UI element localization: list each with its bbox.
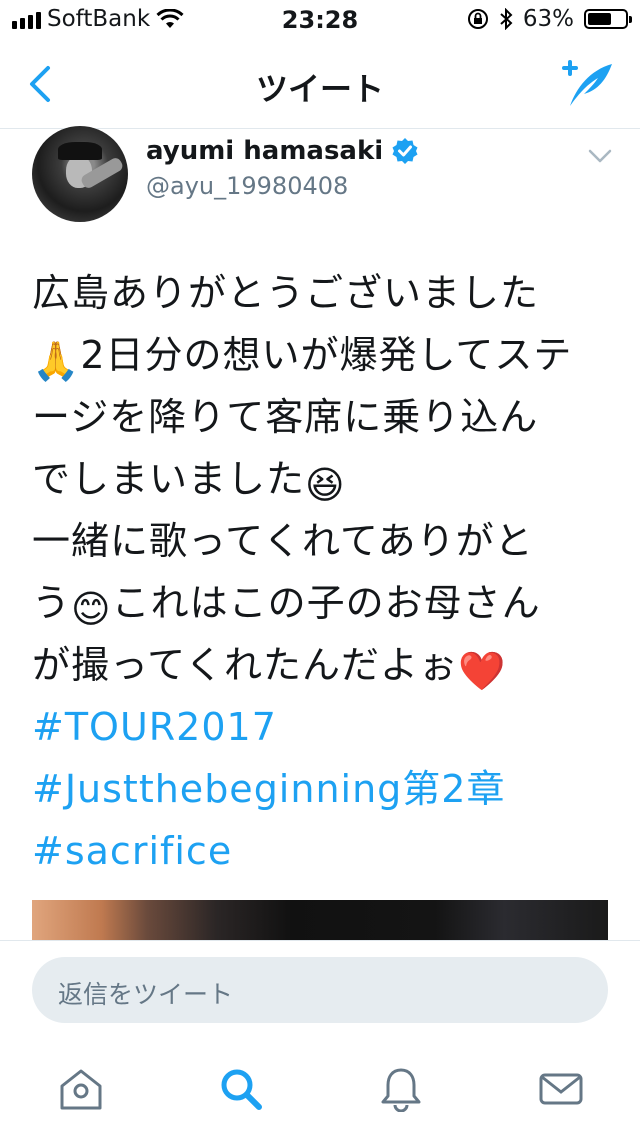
verified-badge-icon [392, 138, 418, 164]
reply-placeholder: 返信をツイート [58, 980, 234, 1009]
tweet-media-image[interactable] [32, 900, 608, 940]
tweet-line: ージを降りて客席に乗り込ん [32, 395, 539, 439]
tab-bar [0, 1040, 640, 1136]
tweet-line: 広島ありがとうございました [32, 271, 540, 315]
status-right: 63% [467, 6, 632, 32]
compose-tweet-button[interactable] [556, 58, 616, 110]
orientation-lock-icon [467, 9, 488, 29]
author-name[interactable]: ayumi hamasaki [146, 136, 383, 166]
author-handle[interactable]: @ayu_19980408 [146, 172, 348, 200]
home-icon[interactable] [58, 1066, 104, 1112]
laughing-emoji: 😆 [305, 463, 346, 507]
chevron-down-icon[interactable] [588, 148, 612, 164]
tweet-line: う😊これはこの子のお母さん [32, 572, 612, 634]
author-avatar[interactable] [32, 126, 128, 222]
navigation-bar: ツイート [0, 40, 640, 129]
tweet-line: でしまいました😆 [32, 448, 612, 510]
hashtag-link[interactable]: #Justthebeginning第2章 [32, 758, 612, 820]
tweet-line: が撮ってくれたんだよぉ❤️ [32, 634, 612, 696]
tweet-line: 🙏2日分の想いが爆発してステ [32, 324, 612, 386]
reply-input[interactable]: 返信をツイート [32, 957, 608, 1023]
tweet-text: 広島ありがとうございました 🙏2日分の想いが爆発してステ ージを降りて客席に乗り… [32, 262, 612, 882]
battery-icon [584, 9, 632, 29]
battery-percent: 63% [522, 6, 574, 32]
messages-icon[interactable] [538, 1066, 584, 1112]
bluetooth-icon [500, 8, 513, 30]
page-title: ツイート [255, 70, 384, 108]
hashtag-link[interactable]: #sacrifice [32, 820, 612, 882]
notifications-icon[interactable] [378, 1066, 424, 1112]
pray-emoji: 🙏 [32, 339, 81, 383]
status-bar: SoftBank 23:28 63% [0, 0, 640, 40]
reply-bar: 返信をツイート [0, 940, 640, 1041]
search-icon[interactable] [218, 1066, 264, 1112]
heart-emoji: ❤️ [457, 649, 507, 693]
hashtag-link[interactable]: #TOUR2017 [32, 696, 612, 758]
author-name-row[interactable]: ayumi hamasaki [146, 136, 419, 166]
smile-emoji: 😊 [71, 587, 112, 631]
tweet-line: 一緒に歌ってくれてありがと [32, 519, 534, 563]
